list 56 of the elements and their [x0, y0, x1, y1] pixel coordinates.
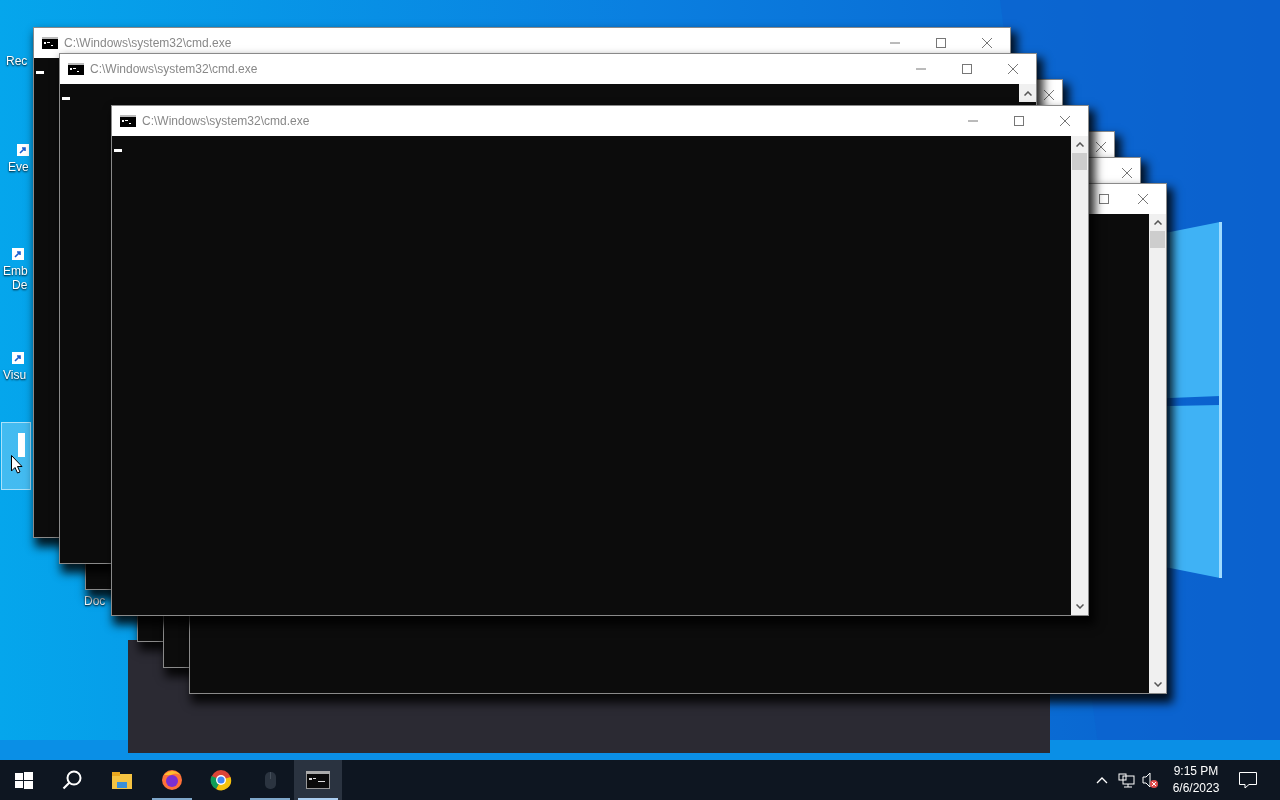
clock-button[interactable]: 9:15 PM 6/6/2023: [1163, 760, 1229, 800]
caret-down-icon: [1075, 604, 1084, 609]
notification-icon: [1239, 771, 1257, 789]
icon-label[interactable]: Emb: [3, 264, 28, 278]
console-icon: [68, 63, 84, 75]
clock-time: 9:15 PM: [1173, 763, 1219, 780]
caret-up-icon: [1023, 90, 1032, 96]
clock-date: 6/6/2023: [1172, 780, 1220, 797]
running-indicator: [298, 798, 338, 800]
caret-down-icon: [1153, 682, 1162, 687]
selected-desktop-icon[interactable]: [1, 422, 31, 490]
scroll-thumb[interactable]: [1072, 153, 1087, 170]
folder-icon: [111, 770, 133, 790]
close-icon: [1096, 141, 1106, 152]
icon-label[interactable]: De: [12, 278, 28, 292]
maximize-icon: [1099, 193, 1109, 204]
windows-logo-icon: [15, 771, 33, 789]
running-indicator: [152, 798, 192, 800]
caret-up-icon: [1075, 142, 1084, 147]
mouse-pointer: [11, 455, 23, 474]
close-icon: [1044, 89, 1054, 100]
window-title: C:\Windows\system32\cmd.exe: [142, 113, 310, 130]
window-title: C:\Windows\system32\cmd.exe: [64, 35, 232, 52]
close-icon: [1060, 115, 1070, 126]
close-icon: [1122, 167, 1132, 178]
running-indicator: [250, 798, 290, 800]
icon-label[interactable]: Rec: [6, 54, 28, 68]
console-icon: [120, 115, 136, 127]
scroll-up-button[interactable]: [1019, 84, 1036, 102]
shortcut-icon[interactable]: [17, 144, 29, 156]
maximize-icon: [1014, 115, 1024, 126]
browser-icon: [210, 769, 232, 791]
chevron-up-icon: [1096, 776, 1108, 784]
text-cursor: [36, 71, 44, 74]
speaker-icon: [1142, 772, 1158, 788]
maximize-icon: [962, 63, 972, 74]
icon-label[interactable]: Eve: [8, 160, 29, 174]
browser-icon: [161, 769, 183, 791]
shortcut-icon[interactable]: [12, 352, 24, 364]
text-cursor: [114, 149, 122, 152]
console-icon: [42, 37, 58, 49]
close-icon: [1008, 63, 1018, 74]
close-icon: [982, 37, 992, 48]
terminal-icon: [306, 771, 330, 789]
icon-label[interactable]: Visu: [3, 368, 27, 382]
network-icon: [1117, 772, 1135, 788]
text-cursor: [62, 97, 70, 100]
maximize-icon: [936, 37, 946, 48]
scroll-thumb[interactable]: [1150, 231, 1165, 248]
search-icon: [62, 770, 82, 790]
window-title: C:\Windows\system32\cmd.exe: [90, 61, 258, 78]
taskbar-app-button[interactable]: [294, 760, 342, 800]
icon-label[interactable]: Doc: [84, 594, 106, 608]
caret-up-icon: [1153, 220, 1162, 225]
close-icon: [1138, 193, 1148, 204]
shortcut-icon[interactable]: [12, 248, 24, 260]
